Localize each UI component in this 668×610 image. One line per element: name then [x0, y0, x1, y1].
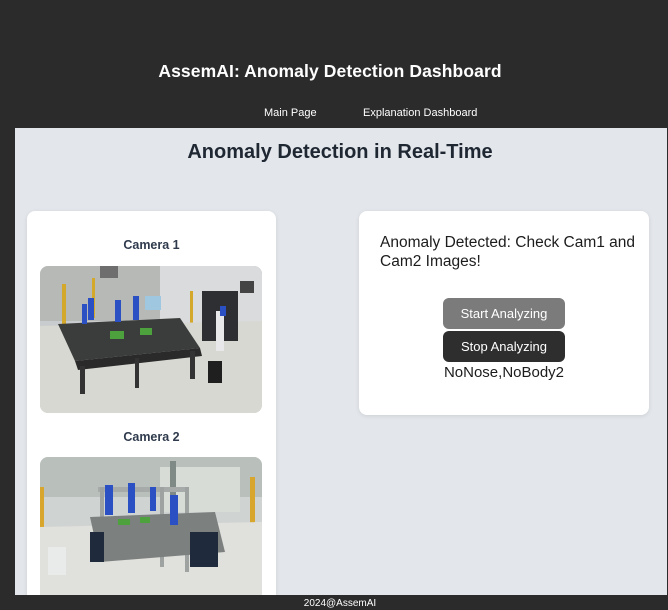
anomaly-status-message: Anomaly Detected: Check Cam1 and Cam2 Im… [380, 234, 636, 270]
camera-2-label: Camera 2 [123, 430, 180, 444]
footer-text: 2024@AssemAI [303, 598, 377, 609]
stop-analyzing-button[interactable]: Stop Analyzing [443, 331, 565, 362]
camera-1-image [40, 266, 262, 413]
main-left-edge [0, 128, 15, 595]
camera-2-image [40, 457, 262, 597]
detection-result: NoNose,NoBody2 [443, 364, 565, 381]
app-title: AssemAI: Anomaly Detection Dashboard [158, 61, 502, 81]
nav-main-page[interactable]: Main Page [264, 107, 317, 119]
footer: 2024@AssemAI [0, 595, 668, 610]
page-title: Anomaly Detection in Real-Time [187, 141, 493, 163]
nav-explanation-dashboard[interactable]: Explanation Dashboard [363, 107, 477, 119]
start-analyzing-button[interactable]: Start Analyzing [443, 298, 565, 329]
camera-1-label: Camera 1 [123, 238, 180, 252]
